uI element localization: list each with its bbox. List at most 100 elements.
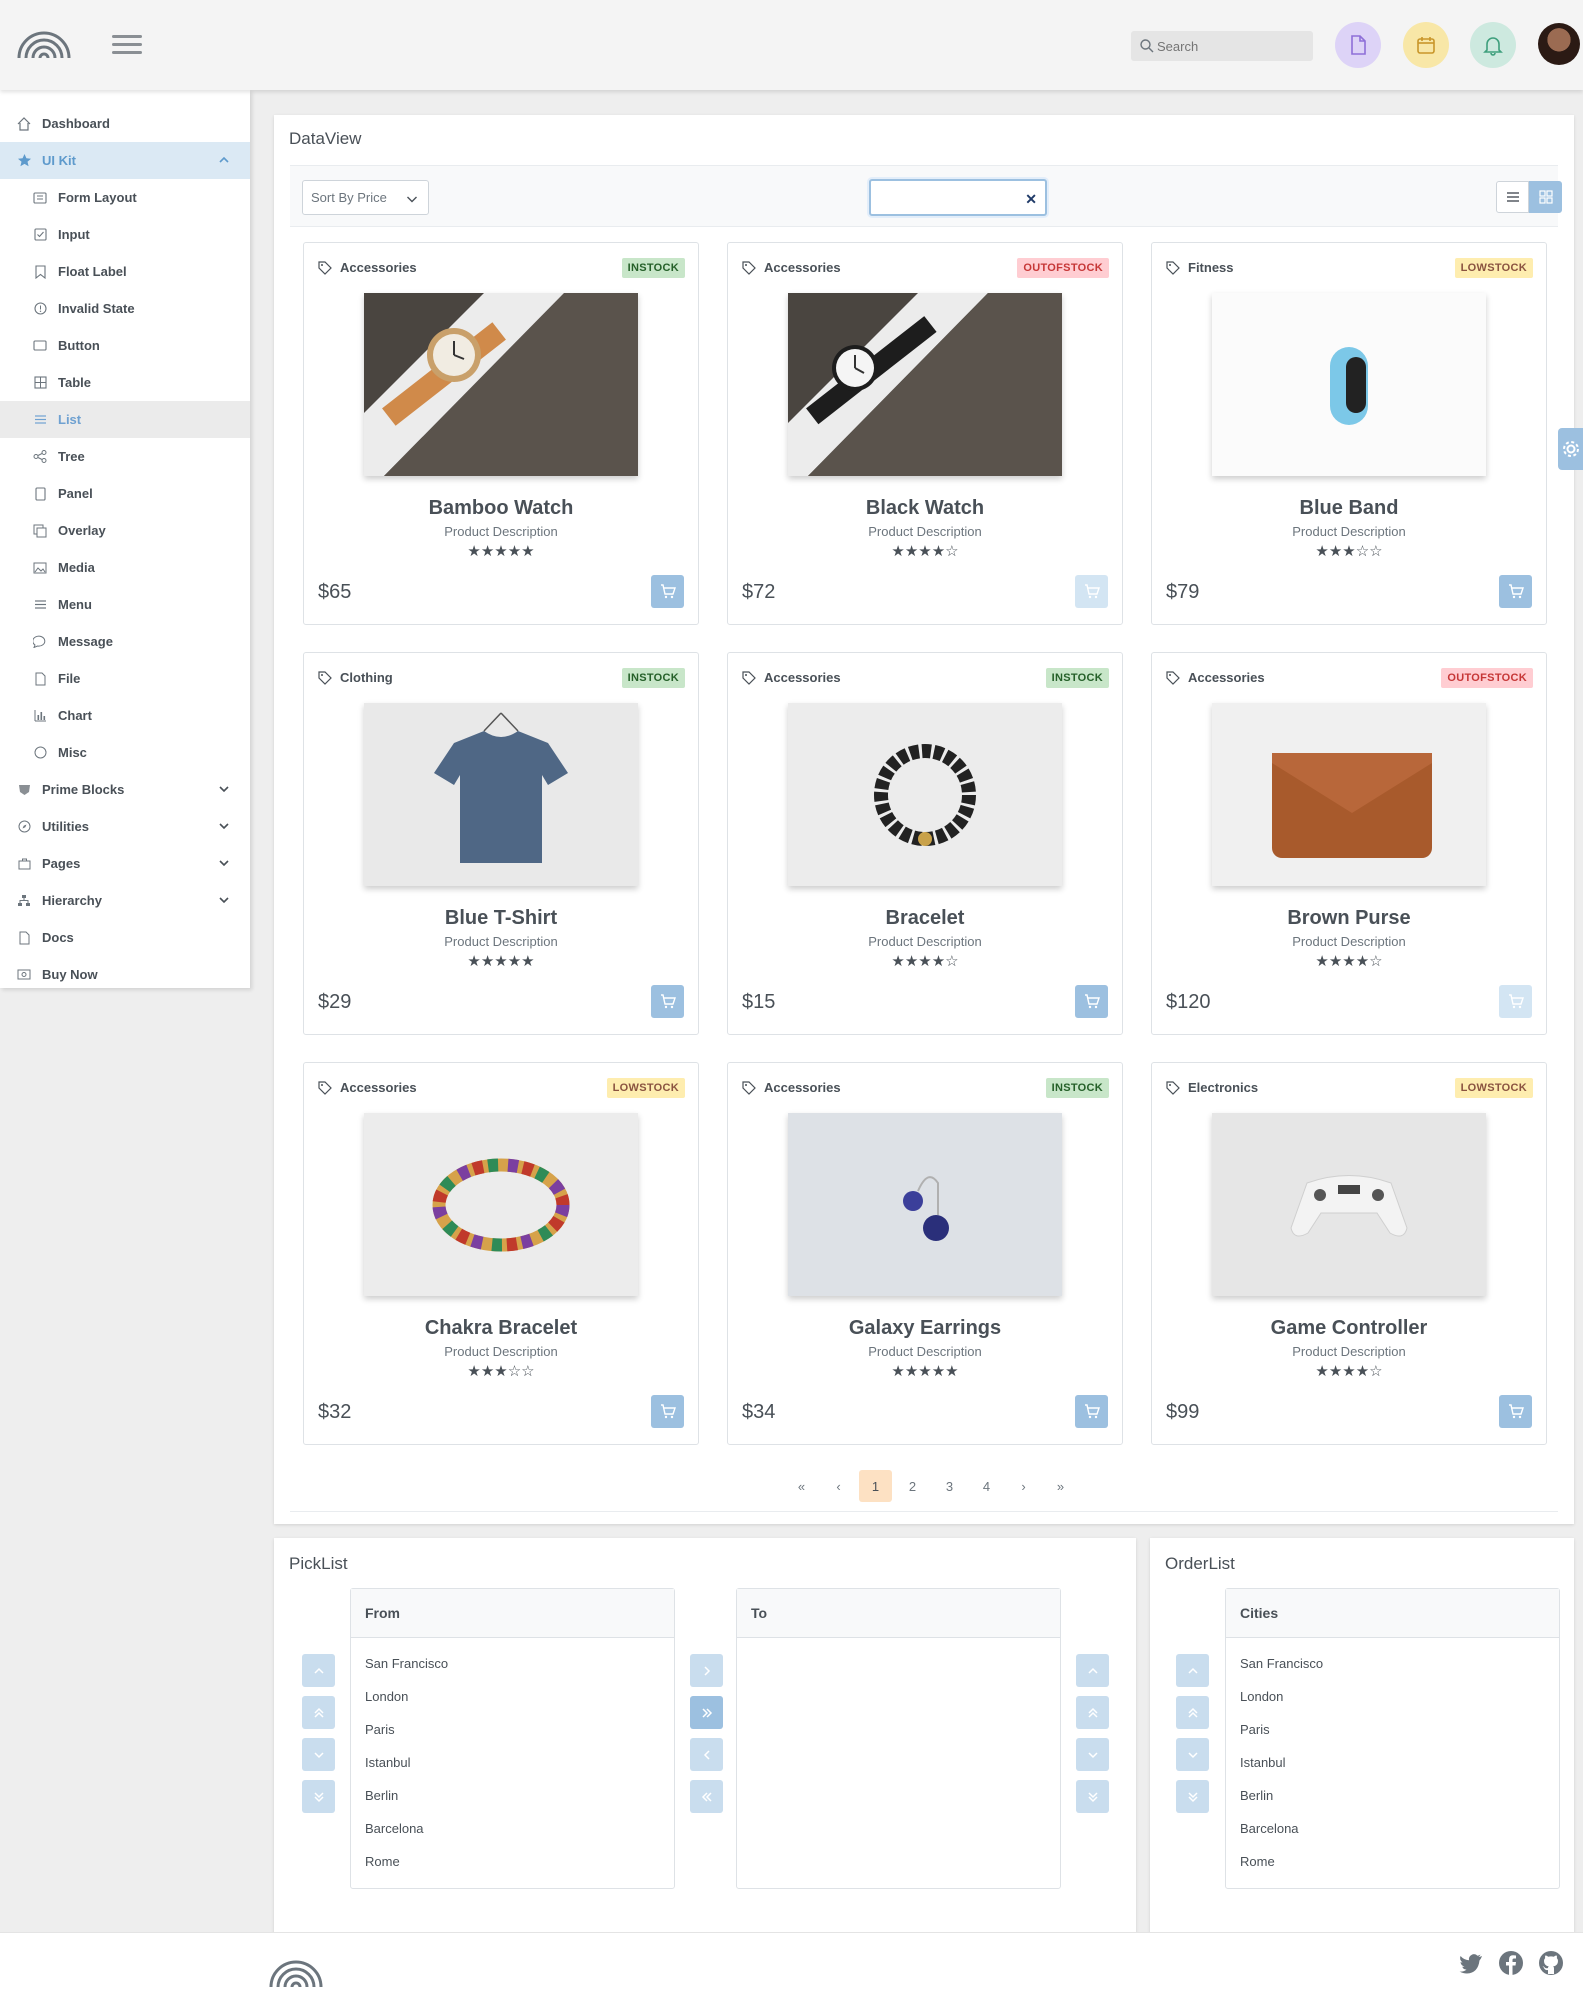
prev-page-button[interactable]: ‹ [822, 1470, 855, 1502]
file-button[interactable] [1335, 22, 1381, 68]
avatar[interactable] [1538, 23, 1580, 65]
grid-view-button[interactable] [1529, 181, 1562, 213]
config-button[interactable] [1558, 428, 1583, 470]
search-input[interactable] [1157, 36, 1307, 56]
add-to-cart-button[interactable] [1499, 1395, 1532, 1428]
add-to-cart-button[interactable] [651, 1395, 684, 1428]
page-button[interactable]: 3 [933, 1470, 966, 1502]
add-to-cart-button[interactable] [1075, 1395, 1108, 1428]
sidebar-item-overlay[interactable]: Overlay [0, 512, 250, 549]
move-all-to-source-button[interactable] [690, 1780, 723, 1813]
filter-input[interactable]: ✕ [869, 179, 1047, 216]
product-category: Accessories [318, 260, 417, 275]
move-to-target-button[interactable] [690, 1654, 723, 1687]
search-box[interactable] [1131, 31, 1313, 61]
sidebar-item-message[interactable]: Message [0, 623, 250, 660]
list-view-button[interactable] [1496, 181, 1529, 213]
source-move-bottom-button[interactable] [302, 1780, 335, 1813]
move-top-button[interactable] [1176, 1696, 1209, 1729]
logo[interactable] [16, 26, 72, 60]
sidebar-item-misc[interactable]: Misc [0, 734, 250, 771]
notifications-button[interactable] [1470, 22, 1516, 68]
list-item[interactable]: San Francisco [1226, 1648, 1559, 1681]
sidebar-item-table[interactable]: Table [0, 364, 250, 401]
product-rating: ★★★★★ [891, 1363, 959, 1380]
move-to-source-button[interactable] [690, 1738, 723, 1771]
sidebar-item-utilities[interactable]: Utilities [0, 808, 250, 845]
sidebar-item-invalid-state[interactable]: Invalid State [0, 290, 250, 327]
sidebar-item-ui-kit[interactable]: UI Kit [0, 142, 250, 179]
sort-dropdown[interactable]: Sort By Price [302, 180, 429, 215]
list-item[interactable]: Berlin [351, 1780, 674, 1813]
add-to-cart-button[interactable] [1075, 575, 1108, 608]
product-rating: ★★★★★ [467, 953, 535, 970]
sidebar-item-media[interactable]: Media [0, 549, 250, 586]
add-to-cart-button[interactable] [651, 985, 684, 1018]
sidebar-item-input[interactable]: Input [0, 216, 250, 253]
list-item[interactable]: Rome [351, 1846, 674, 1879]
sidebar-item-file[interactable]: File [0, 660, 250, 697]
list-item[interactable]: Berlin [1226, 1780, 1559, 1813]
sidebar-item-pages[interactable]: Pages [0, 845, 250, 882]
twitter-icon[interactable] [1458, 1950, 1484, 1976]
move-all-to-target-button[interactable] [690, 1696, 723, 1729]
page-button[interactable]: 1 [859, 1470, 892, 1502]
first-page-button[interactable]: « [785, 1470, 818, 1502]
target-move-down-button[interactable] [1076, 1738, 1109, 1771]
sidebar-item-docs[interactable]: Docs [0, 919, 250, 956]
product-image [1212, 703, 1486, 886]
list-item[interactable]: Istanbul [351, 1747, 674, 1780]
id-card-icon [32, 190, 48, 206]
list-item[interactable]: Barcelona [1226, 1813, 1559, 1846]
page-button[interactable]: 4 [970, 1470, 1003, 1502]
list-item[interactable]: Paris [1226, 1714, 1559, 1747]
list-item[interactable]: Rome [1226, 1846, 1559, 1879]
facebook-icon[interactable] [1498, 1950, 1524, 1976]
move-up-button[interactable] [1176, 1654, 1209, 1687]
list-item[interactable]: San Francisco [351, 1648, 674, 1681]
sidebar-item-list[interactable]: List [0, 401, 250, 438]
sidebar-item-form-layout[interactable]: Form Layout [0, 179, 250, 216]
sidebar-item-tree[interactable]: Tree [0, 438, 250, 475]
move-bottom-button[interactable] [1176, 1780, 1209, 1813]
github-icon[interactable] [1538, 1950, 1564, 1976]
move-down-button[interactable] [1176, 1738, 1209, 1771]
list-item[interactable]: Istanbul [1226, 1747, 1559, 1780]
list-item[interactable]: London [1226, 1681, 1559, 1714]
sidebar-item-prime-blocks[interactable]: Prime Blocks [0, 771, 250, 808]
sidebar-item-hierarchy[interactable]: Hierarchy [0, 882, 250, 919]
calendar-button[interactable] [1403, 22, 1449, 68]
target-move-bottom-button[interactable] [1076, 1780, 1109, 1813]
list-item[interactable]: Paris [351, 1714, 674, 1747]
product-rating: ★★★★☆ [891, 953, 959, 970]
list-item[interactable]: London [351, 1681, 674, 1714]
source-move-down-button[interactable] [302, 1738, 335, 1771]
sidebar-item-panel[interactable]: Panel [0, 475, 250, 512]
target-move-up-button[interactable] [1076, 1654, 1109, 1687]
product-category: Electronics [1166, 1080, 1258, 1095]
page-button[interactable]: 2 [896, 1470, 929, 1502]
target-move-top-button[interactable] [1076, 1696, 1109, 1729]
sidebar-item-chart[interactable]: Chart [0, 697, 250, 734]
sidebar-item-label: List [58, 412, 82, 427]
sidebar-item-float-label[interactable]: Float Label [0, 253, 250, 290]
sidebar-item-dashboard[interactable]: Dashboard [0, 105, 250, 142]
clear-icon[interactable]: ✕ [1025, 191, 1037, 208]
add-to-cart-button[interactable] [1075, 985, 1108, 1018]
source-move-top-button[interactable] [302, 1696, 335, 1729]
angle-up-icon [1187, 1667, 1198, 1674]
source-move-up-button[interactable] [302, 1654, 335, 1687]
product-name: Bamboo Watch [428, 497, 574, 519]
sidebar-item-button[interactable]: Button [0, 327, 250, 364]
next-page-button[interactable]: › [1007, 1470, 1040, 1502]
sidebar-item-menu[interactable]: Menu [0, 586, 250, 623]
add-to-cart-button[interactable] [1499, 985, 1532, 1018]
status-badge: LOWSTOCK [1454, 258, 1533, 278]
sidebar-item-buy-now[interactable]: Buy Now [0, 956, 250, 993]
hamburger-icon[interactable] [110, 30, 144, 58]
add-to-cart-button[interactable] [651, 575, 684, 608]
last-page-button[interactable]: » [1044, 1470, 1077, 1502]
list-item[interactable]: Barcelona [351, 1813, 674, 1846]
add-to-cart-button[interactable] [1499, 575, 1532, 608]
product-image [1212, 293, 1486, 476]
